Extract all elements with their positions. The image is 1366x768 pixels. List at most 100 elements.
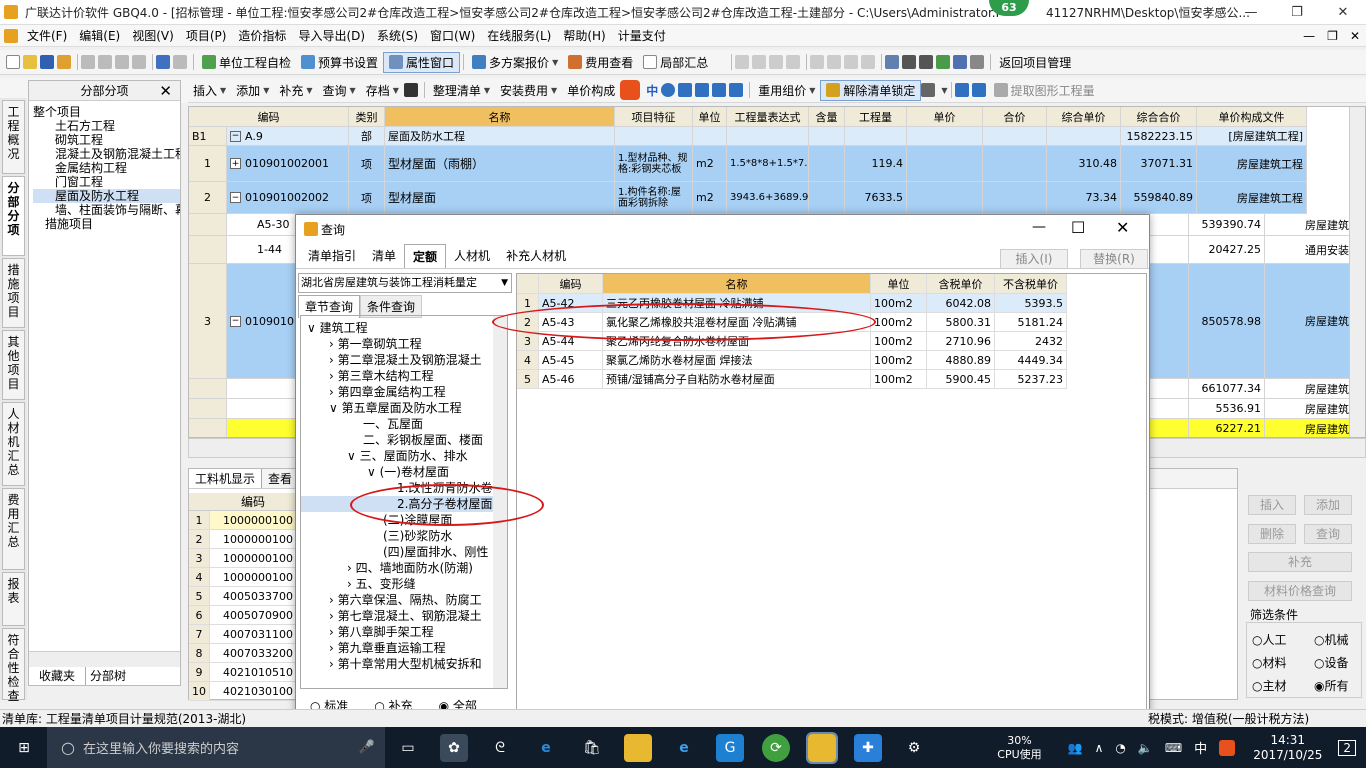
tree-node[interactable]: › 第一章砌筑工程 xyxy=(301,336,507,352)
menu-project[interactable]: 项目(P) xyxy=(180,27,233,44)
tree-node[interactable]: 一、瓦屋面 xyxy=(301,416,507,432)
col-unit-price[interactable]: 单价 xyxy=(907,107,983,126)
col-quantity[interactable]: 工程量 xyxy=(845,107,907,126)
moon-icon[interactable] xyxy=(661,83,676,97)
ie-icon[interactable]: e xyxy=(670,734,698,762)
tab-items[interactable]: 分部分项 xyxy=(2,176,25,256)
col-name[interactable]: 名称 xyxy=(385,107,615,126)
table-row[interactable]: 4 1000000100 xyxy=(189,568,297,587)
quota-row[interactable]: 5 A5-46 预铺/湿铺高分子自粘防水卷材屋面 100m2 5900.45 5237.2… xyxy=(517,370,1067,389)
collapse-icon[interactable]: − xyxy=(230,130,241,142)
tree-node[interactable]: › 五、变形缝 xyxy=(301,576,507,592)
delete-material-button[interactable]: 删除 xyxy=(1248,524,1296,544)
folder-icon[interactable] xyxy=(57,55,71,69)
tree-node[interactable]: (三)砂浆防水 xyxy=(301,528,507,544)
edge-icon[interactable]: e xyxy=(532,734,560,762)
chevron-up-icon[interactable]: ∧ xyxy=(1095,741,1104,755)
explorer-icon[interactable] xyxy=(624,733,652,762)
dialog-maximize-button[interactable]: ☐ xyxy=(1071,218,1085,237)
menu-view[interactable]: 视图(V) xyxy=(126,27,180,44)
filter-labor-radio[interactable]: ○人工 xyxy=(1252,631,1287,648)
col-content[interactable]: 含量 xyxy=(809,107,845,126)
table-row[interactable]: 5 4005033700 xyxy=(189,587,297,606)
redo-icon[interactable] xyxy=(173,55,187,69)
tab-list-guide[interactable]: 清单指引 xyxy=(300,244,364,268)
table-row[interactable]: 8 4007033200 xyxy=(189,644,297,663)
tab-measures[interactable]: 措施项目 xyxy=(2,258,25,328)
collapse-icon[interactable]: − xyxy=(230,315,241,327)
dialog-replace-button[interactable]: 替换(R) xyxy=(1080,249,1148,269)
sogou-tray-icon[interactable] xyxy=(1219,739,1236,756)
table-row[interactable]: B1 − A.9 部 屋面及防水工程 1582223.15 [房屋建筑工程] xyxy=(189,127,1307,146)
table-row[interactable]: 9 4021010510 xyxy=(189,663,297,682)
right-icon[interactable] xyxy=(827,55,842,69)
tree-item[interactable]: 门窗工程 xyxy=(33,175,180,189)
tree-node[interactable]: › 第七章混凝土、钢筋混凝土 xyxy=(301,608,507,624)
filter-machine-radio[interactable]: ○机械 xyxy=(1314,631,1349,648)
quota-row[interactable]: 4 A5-45 聚氯乙烯防水卷材屋面 焊接法 100m2 4880.89 4449.34 xyxy=(517,351,1067,370)
quota-library-select[interactable]: 湖北省房屋建筑与装饰工程消耗量定 ▼ xyxy=(298,273,512,293)
grid-icon[interactable] xyxy=(970,55,985,69)
keyboard-icon[interactable]: ⌨ xyxy=(1165,741,1182,755)
tree-node[interactable]: › 第二章混凝土及钢筋混凝土 xyxy=(301,352,507,368)
tab-view[interactable]: 查看 xyxy=(262,469,298,488)
fee-view-button[interactable]: 费用查看 xyxy=(563,52,638,73)
notification-center-icon[interactable]: 2 xyxy=(1338,739,1356,756)
add-material-button[interactable]: 添加 xyxy=(1304,495,1352,515)
save-icon[interactable] xyxy=(40,55,54,69)
dialog-minimize-button[interactable]: — xyxy=(1032,219,1046,235)
glodon-icon[interactable]: G xyxy=(716,733,744,762)
fan-icon[interactable]: ✿ xyxy=(440,733,468,762)
material-price-query-button[interactable]: 材料价格查询 xyxy=(1248,581,1352,601)
menu-online[interactable]: 在线服务(L) xyxy=(481,27,557,44)
table-row[interactable]: 6 4005070900 xyxy=(189,606,297,625)
arrow-down-icon[interactable] xyxy=(971,83,986,97)
tree-node[interactable]: › 第九章垂直运输工程 xyxy=(301,640,507,656)
table-row[interactable]: 1 +010901002001 项 型材屋面（雨棚） 1.型材品种、规格:彩钢夹… xyxy=(189,146,1307,182)
unit-price-structure-button[interactable]: 单价构成 xyxy=(562,80,620,101)
menu-payment[interactable]: 计量支付 xyxy=(612,27,672,44)
filter-material-radio[interactable]: ○材料 xyxy=(1252,654,1287,671)
multi-plan-quote-button[interactable]: 多方案报价 ▼ xyxy=(467,52,563,73)
filter-main-material-radio[interactable]: ○主材 xyxy=(1252,677,1287,694)
reuse-pricing-button[interactable]: 重用组价 ▼ xyxy=(753,80,820,101)
horizontal-scrollbar[interactable] xyxy=(29,651,180,667)
table-row[interactable]: 7 4007031100 xyxy=(189,625,297,644)
tree-node[interactable]: › 第八章脚手架工程 xyxy=(301,624,507,640)
ime-chinese-label[interactable]: 中 xyxy=(646,82,658,99)
property-window-button[interactable]: 属性窗口 xyxy=(383,51,461,73)
organize-list-button[interactable]: 整理清单 ▼ xyxy=(428,80,495,101)
open-icon[interactable] xyxy=(23,55,37,69)
tab-labor-machine[interactable]: 人材机 xyxy=(446,244,498,268)
tree-node[interactable]: › 第四章金属结构工程 xyxy=(301,384,507,400)
tree-node[interactable]: ∨ 第五章屋面及防水工程 xyxy=(301,400,507,416)
tab-section-tree[interactable]: 分部树 xyxy=(86,667,130,685)
menu-cost-index[interactable]: 造价指标 xyxy=(232,27,292,44)
paint-icon[interactable] xyxy=(921,83,936,97)
cpu-meter[interactable]: 30% CPU使用 xyxy=(997,734,1041,762)
col-total[interactable]: 合价 xyxy=(983,107,1047,126)
tree-item-selected[interactable]: 屋面及防水工程 xyxy=(33,189,180,203)
tool-icon[interactable] xyxy=(729,83,744,97)
self-check-button[interactable]: 单位工程自检 xyxy=(197,52,296,73)
first-icon[interactable] xyxy=(735,55,750,69)
tab-favorites[interactable]: 收藏夹 xyxy=(29,667,87,685)
add-button[interactable]: 添加 ▼ xyxy=(231,80,274,101)
left-icon[interactable] xyxy=(810,55,825,69)
tab-labor-display[interactable]: 工料机显示 xyxy=(189,469,263,488)
tree-node[interactable]: › 第三章木结构工程 xyxy=(301,368,507,384)
gbq-app-icon[interactable] xyxy=(806,731,838,764)
taskbar-search-box[interactable]: ○ 在这里输入你要搜索的内容 🎤 xyxy=(47,727,385,768)
dialog-close-button[interactable]: ✕ xyxy=(1116,218,1129,237)
down-icon[interactable] xyxy=(861,55,876,69)
up-icon[interactable] xyxy=(844,55,859,69)
mic-icon[interactable] xyxy=(678,83,693,97)
mdi-restore[interactable]: ❐ xyxy=(1321,29,1344,43)
skin-icon[interactable] xyxy=(712,83,727,97)
unlock-list-button[interactable]: 解除清单锁定 xyxy=(820,79,922,101)
windows-start-icon[interactable]: ⊞ xyxy=(10,734,38,762)
vertical-scrollbar[interactable] xyxy=(1349,107,1365,437)
filter-equipment-radio[interactable]: ○设备 xyxy=(1314,654,1349,671)
wifi-icon[interactable]: ◔ xyxy=(1115,741,1125,755)
browser-icon[interactable]: ⟳ xyxy=(762,733,790,762)
